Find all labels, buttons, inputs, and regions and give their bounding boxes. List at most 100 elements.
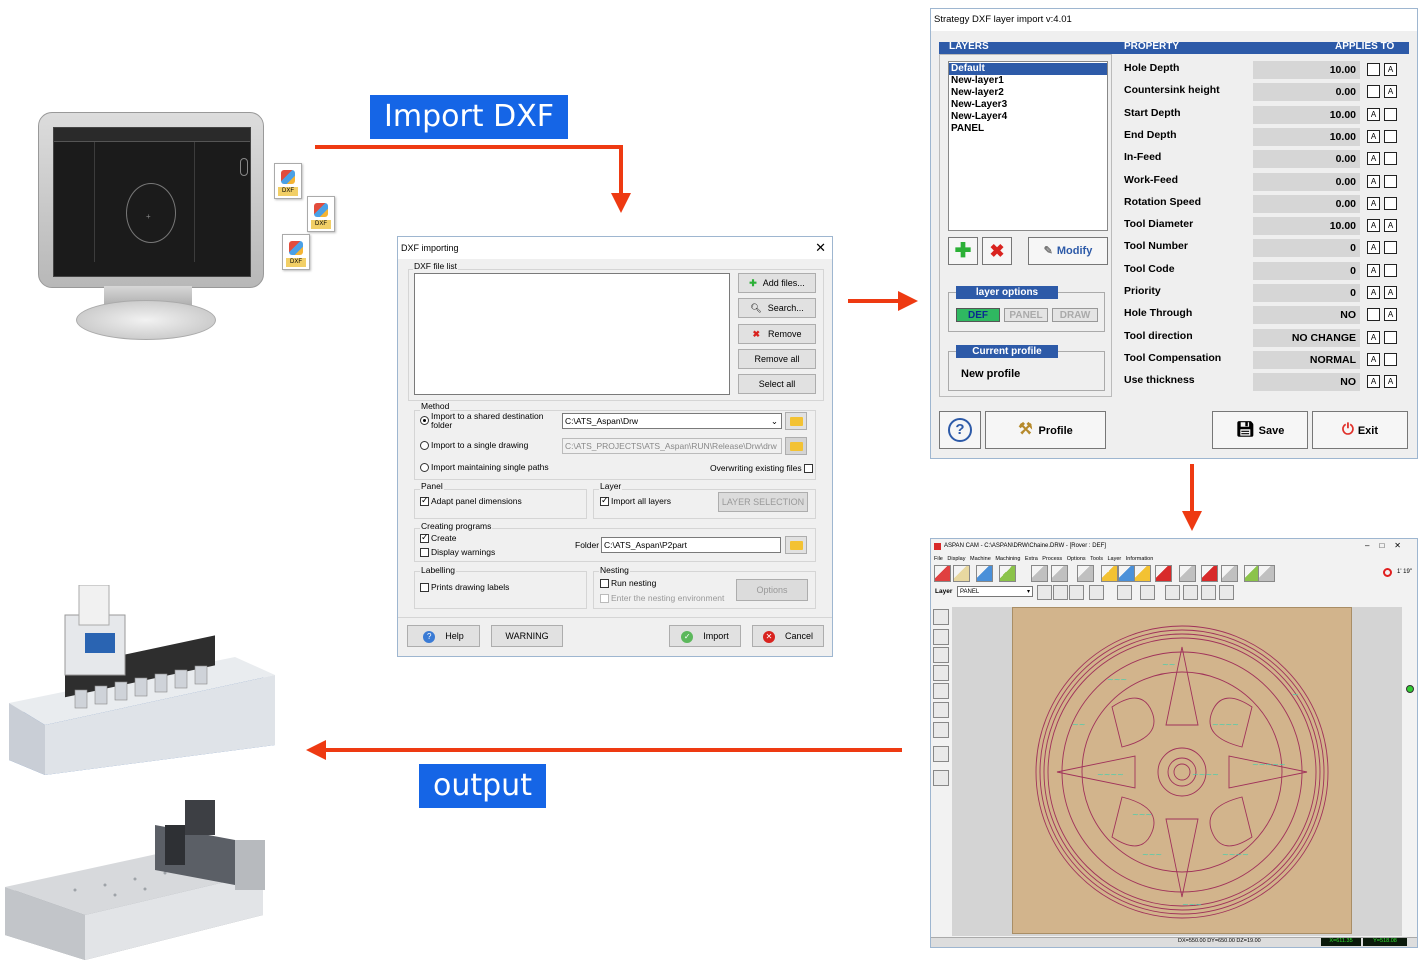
toolbar-icon[interactable] <box>1031 565 1048 582</box>
applies-draw-checkbox[interactable]: A <box>1384 85 1397 98</box>
import-all-layers-checkbox[interactable]: Import all layers <box>600 495 671 507</box>
applies-draw-checkbox[interactable]: A <box>1384 63 1397 76</box>
folder-icon[interactable] <box>785 536 807 554</box>
add-files-button[interactable]: ✚ Add files... <box>738 273 816 293</box>
applies-panel-checkbox[interactable]: A <box>1367 375 1380 388</box>
applies-panel-checkbox[interactable]: A <box>1367 264 1380 277</box>
exit-button[interactable]: ⏻ Exit <box>1312 411 1408 449</box>
overwrite-checkbox[interactable]: Overwriting existing files <box>710 463 815 474</box>
menu-process[interactable]: Process <box>1042 556 1062 562</box>
applies-draw-checkbox[interactable]: A <box>1384 219 1397 232</box>
zoom-tool-icon[interactable] <box>933 770 949 786</box>
add-layer-button[interactable]: ✚ <box>948 237 978 265</box>
applies-panel-checkbox[interactable]: A <box>1367 331 1380 344</box>
toolbar-icon[interactable] <box>1037 585 1052 600</box>
menu-information[interactable]: Information <box>1126 556 1154 562</box>
toolbar-icon[interactable] <box>934 565 951 582</box>
radio-single-drawing[interactable]: Import to a single drawing <box>420 440 528 451</box>
shared-destination-path[interactable]: C:\ATS_Aspan\Drw ⌄ <box>562 413 782 429</box>
folder-path-field[interactable]: C:\ATS_Aspan\P2part <box>601 537 781 553</box>
toolbar-icon[interactable] <box>1069 585 1084 600</box>
applies-draw-checkbox[interactable] <box>1384 108 1397 121</box>
toolbar-icon[interactable] <box>1053 585 1068 600</box>
applies-panel-checkbox[interactable] <box>1367 85 1380 98</box>
folder-icon[interactable] <box>785 412 807 430</box>
menu-extra[interactable]: Extra <box>1025 556 1038 562</box>
delete-layer-button[interactable]: ✖ <box>982 237 1012 265</box>
property-value[interactable]: NO <box>1253 373 1360 391</box>
property-value[interactable]: 0 <box>1253 284 1360 302</box>
property-value[interactable]: NO <box>1253 306 1360 324</box>
layer-item[interactable]: PANEL <box>949 123 1107 135</box>
help-button[interactable]: ? <box>939 411 981 449</box>
layer-item[interactable]: New-Layer3 <box>949 99 1107 111</box>
layer-selection-button[interactable]: LAYER SELECTION <box>718 492 808 512</box>
toolbar-icon[interactable] <box>1134 565 1151 582</box>
create-checkbox[interactable]: Create <box>420 532 457 544</box>
applies-panel-checkbox[interactable]: A <box>1367 353 1380 366</box>
layer-select[interactable]: PANEL ▾ <box>957 586 1033 597</box>
toolbar-icon[interactable] <box>1258 565 1275 582</box>
applies-draw-checkbox[interactable]: A <box>1384 308 1397 321</box>
applies-draw-checkbox[interactable] <box>1384 241 1397 254</box>
opt-panel-button[interactable]: PANEL <box>1004 308 1048 322</box>
zoom-tool-icon[interactable] <box>933 702 949 718</box>
layer-item[interactable]: New-layer1 <box>949 75 1107 87</box>
radio-maintain-paths[interactable]: Import maintaining single paths <box>420 462 549 473</box>
applies-panel-checkbox[interactable]: A <box>1367 286 1380 299</box>
radio-shared-destination[interactable]: Import to a shared destination folder <box>420 412 550 430</box>
applies-draw-checkbox[interactable] <box>1384 152 1397 165</box>
applies-panel-checkbox[interactable] <box>1367 63 1380 76</box>
zoom-tool-icon[interactable] <box>933 647 949 663</box>
opt-draw-button[interactable]: DRAW <box>1052 308 1098 322</box>
applies-draw-checkbox[interactable] <box>1384 264 1397 277</box>
single-drawing-path[interactable]: C:\ATS_PROJECTS\ATS_Aspan\RUN\Release\Dr… <box>562 438 782 454</box>
toolbar-icon[interactable] <box>1201 565 1218 582</box>
applies-draw-checkbox[interactable] <box>1384 175 1397 188</box>
help-button[interactable]: ? Help <box>407 625 480 647</box>
toolbar-icon[interactable] <box>1140 585 1155 600</box>
zoom-tool-icon[interactable] <box>933 722 949 738</box>
applies-panel-checkbox[interactable]: A <box>1367 130 1380 143</box>
toolbar-icon[interactable] <box>1117 585 1132 600</box>
prints-labels-checkbox[interactable]: Prints drawing labels <box>420 582 509 593</box>
layer-item-selected[interactable]: Default <box>949 63 1107 75</box>
opt-def-button[interactable]: DEF <box>956 308 1000 322</box>
close-icon[interactable]: ✕ <box>815 240 826 256</box>
property-value[interactable]: 10.00 <box>1253 61 1360 79</box>
nesting-options-button[interactable]: Options <box>736 579 808 601</box>
toolbar-icon[interactable] <box>1219 585 1234 600</box>
enter-nesting-checkbox[interactable]: Enter the nesting environment <box>600 593 724 604</box>
zoom-tool-icon[interactable] <box>933 629 949 645</box>
property-value[interactable]: 0.00 <box>1253 195 1360 213</box>
toolbar-icon[interactable] <box>1089 585 1104 600</box>
property-value[interactable]: 0.00 <box>1253 150 1360 168</box>
remove-all-button[interactable]: Remove all <box>738 349 816 369</box>
applies-panel-checkbox[interactable]: A <box>1367 219 1380 232</box>
window-controls[interactable]: –□✕ <box>1365 541 1411 550</box>
property-value[interactable]: 0.00 <box>1253 83 1360 101</box>
layer-item[interactable]: New-Layer4 <box>949 111 1107 123</box>
applies-draw-checkbox[interactable]: A <box>1384 286 1397 299</box>
menu-machine[interactable]: Machine <box>970 556 991 562</box>
applies-draw-checkbox[interactable] <box>1384 197 1397 210</box>
toolbar-icon[interactable] <box>976 565 993 582</box>
menu-layer[interactable]: Layer <box>1107 556 1121 562</box>
zoom-tool-icon[interactable] <box>933 746 949 762</box>
adapt-panel-checkbox[interactable]: Adapt panel dimensions <box>420 495 522 507</box>
toolbar-icon[interactable] <box>953 565 970 582</box>
applies-panel-checkbox[interactable]: A <box>1367 152 1380 165</box>
toolbar-icon[interactable] <box>1183 585 1198 600</box>
zoom-tool-icon[interactable] <box>933 683 949 699</box>
menu-display[interactable]: Display <box>947 556 965 562</box>
save-button[interactable]: 💾︎ Save <box>1212 411 1308 449</box>
select-all-button[interactable]: Select all <box>738 374 816 394</box>
property-value[interactable]: 0 <box>1253 239 1360 257</box>
search-icon[interactable] <box>785 437 807 455</box>
cancel-button[interactable]: ✕ Cancel <box>752 625 824 647</box>
toolbar-icon[interactable] <box>1201 585 1216 600</box>
applies-panel-checkbox[interactable]: A <box>1367 241 1380 254</box>
applies-panel-checkbox[interactable]: A <box>1367 197 1380 210</box>
toolbar-icon[interactable] <box>1155 565 1172 582</box>
toolbar-icon[interactable] <box>1179 565 1196 582</box>
